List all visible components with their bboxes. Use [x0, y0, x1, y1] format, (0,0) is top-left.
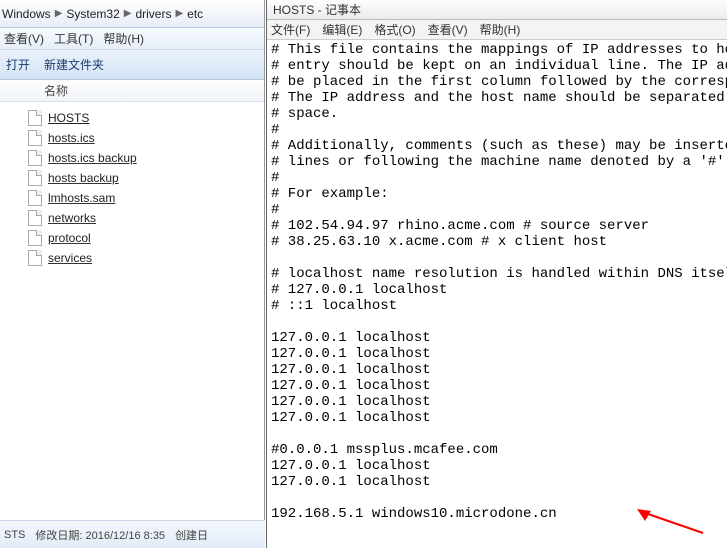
notepad-menubar: 文件(F) 编辑(E) 格式(O) 查看(V) 帮助(H)	[267, 20, 727, 40]
status-name: STS	[4, 529, 25, 541]
menu-file[interactable]: 文件(F)	[271, 21, 310, 38]
status-mod-label: 修改日期:	[35, 530, 82, 542]
explorer-menubar: 查看(V) 工具(T) 帮助(H)	[0, 28, 264, 50]
open-button[interactable]: 打开	[6, 56, 30, 73]
chevron-right-icon: ▶	[124, 8, 132, 19]
text-area[interactable]: # This file contains the mappings of IP …	[267, 40, 727, 524]
explorer-window: Windows▶ System32▶ drivers▶ etc 查看(V) 工具…	[0, 0, 265, 548]
breadcrumb-item[interactable]: System32	[66, 7, 119, 21]
status-bar: STS 修改日期: 2016/12/16 8:35 创建日	[0, 520, 265, 548]
file-icon	[28, 230, 42, 246]
list-item[interactable]: services	[0, 248, 264, 268]
file-icon	[28, 210, 42, 226]
chevron-right-icon: ▶	[175, 8, 183, 19]
menu-format[interactable]: 格式(O)	[374, 21, 415, 38]
list-item[interactable]: HOSTS	[0, 108, 264, 128]
menu-edit[interactable]: 编辑(E)	[322, 21, 362, 38]
status-mod-value: 2016/12/16 8:35	[86, 530, 166, 542]
file-icon	[28, 150, 42, 166]
chevron-right-icon: ▶	[55, 8, 63, 19]
menu-help[interactable]: 帮助(H)	[103, 30, 144, 47]
list-item[interactable]: hosts backup	[0, 168, 264, 188]
file-icon	[28, 130, 42, 146]
window-title: HOSTS - 记事本	[267, 0, 727, 20]
notepad-window: HOSTS - 记事本 文件(F) 编辑(E) 格式(O) 查看(V) 帮助(H…	[266, 0, 727, 548]
file-icon	[28, 250, 42, 266]
new-folder-button[interactable]: 新建文件夹	[44, 56, 104, 73]
menu-view[interactable]: 查看(V)	[428, 21, 468, 38]
breadcrumb-item[interactable]: drivers	[135, 7, 171, 21]
file-icon	[28, 190, 42, 206]
file-list: HOSTS hosts.ics hosts.ics backup hosts b…	[0, 102, 264, 268]
list-item[interactable]: networks	[0, 208, 264, 228]
file-icon	[28, 170, 42, 186]
list-item[interactable]: hosts.ics backup	[0, 148, 264, 168]
list-item[interactable]: protocol	[0, 228, 264, 248]
menu-tools[interactable]: 工具(T)	[54, 30, 93, 47]
breadcrumb-item[interactable]: Windows	[2, 7, 51, 21]
explorer-toolbar: 打开 新建文件夹	[0, 50, 264, 80]
breadcrumb[interactable]: Windows▶ System32▶ drivers▶ etc	[0, 0, 264, 28]
file-icon	[28, 110, 42, 126]
list-item[interactable]: lmhosts.sam	[0, 188, 264, 208]
column-header-name[interactable]: 名称	[0, 80, 264, 102]
menu-view[interactable]: 查看(V)	[4, 30, 44, 47]
menu-help[interactable]: 帮助(H)	[480, 21, 521, 38]
breadcrumb-item[interactable]: etc	[187, 7, 203, 21]
status-create-label: 创建日	[175, 527, 208, 543]
list-item[interactable]: hosts.ics	[0, 128, 264, 148]
